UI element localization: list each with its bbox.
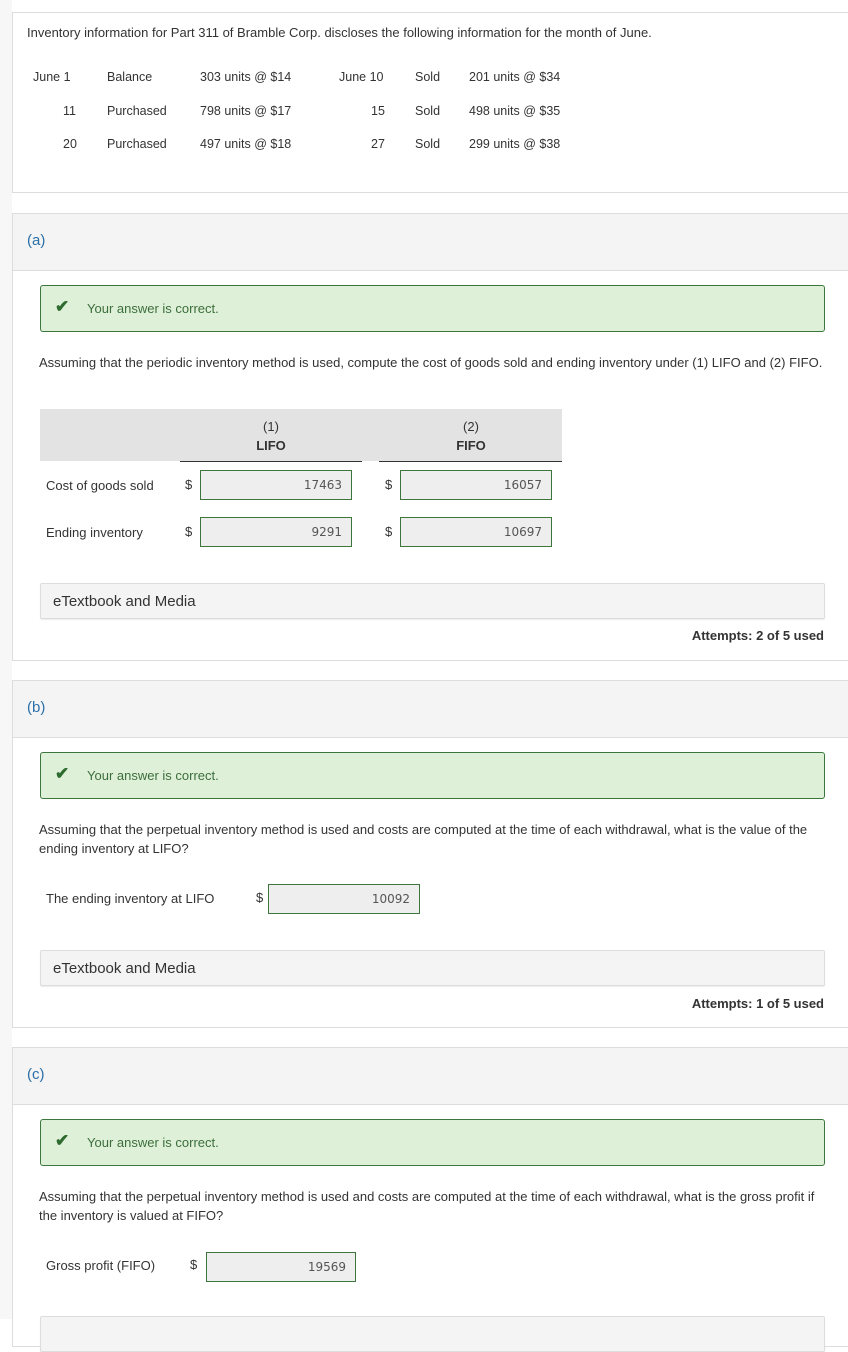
part-b-question: Assuming that the perpetual inventory me… bbox=[39, 822, 808, 856]
part-c-card: (c) ✔ Your answer is correct. Assuming t… bbox=[12, 1047, 848, 1352]
row-2-type: Purchased bbox=[107, 104, 167, 118]
ei-lifo-input[interactable]: 9291 bbox=[200, 517, 352, 547]
part-c-question: Assuming that the perpetual inventory me… bbox=[39, 1189, 815, 1223]
part-a-header[interactable]: (a) bbox=[13, 214, 848, 271]
part-a-media-label: eTextbook and Media bbox=[53, 593, 196, 610]
part-c-correct-banner: ✔ Your answer is correct. bbox=[40, 1119, 825, 1166]
part-a-etextbook-media[interactable]: eTextbook and Media bbox=[40, 583, 825, 619]
part-a-label: (a) bbox=[27, 232, 46, 249]
checkmark-icon: ✔ bbox=[55, 1131, 70, 1150]
row-3-date: 20 bbox=[63, 137, 77, 151]
ei-fifo-dollar: $ bbox=[385, 524, 393, 539]
part-b-media-label: eTextbook and Media bbox=[53, 960, 196, 977]
cogs-fifo-dollar: $ bbox=[385, 477, 393, 492]
lifo-underline bbox=[180, 461, 362, 462]
checkmark-icon: ✔ bbox=[55, 764, 70, 783]
row-3-date2: 27 bbox=[371, 137, 385, 151]
row-3-type2: Sold bbox=[415, 137, 441, 151]
part-a-card: (a) ✔ Your answer is correct. Assuming t… bbox=[12, 213, 848, 661]
part-c-dollar: $ bbox=[190, 1257, 198, 1272]
row-1-type: Balance bbox=[107, 70, 153, 84]
fifo-underline bbox=[379, 461, 562, 462]
part-b-correct-banner: ✔ Your answer is correct. bbox=[40, 752, 825, 799]
part-a-correct-banner: ✔ Your answer is correct. bbox=[40, 285, 825, 332]
row-2-date: 11 bbox=[63, 104, 76, 118]
row-2-detail2: 498 units @ $35 bbox=[469, 104, 561, 118]
cogs-lifo-input[interactable]: 17463 bbox=[200, 470, 352, 500]
part-b-card: (b) ✔ Your answer is correct. Assuming t… bbox=[12, 680, 848, 1028]
row-1-type2: Sold bbox=[415, 70, 441, 84]
row-1-detail2: 201 units @ $34 bbox=[469, 70, 561, 84]
problem-intro-card: Inventory information for Part 311 of Br… bbox=[12, 12, 848, 193]
ending-inventory-label: Ending inventory bbox=[46, 525, 143, 540]
row-1-date: June 1 bbox=[33, 70, 71, 84]
col-lifo-header: (1) LIFO bbox=[256, 419, 286, 453]
part-a-question: Assuming that the periodic inventory met… bbox=[39, 355, 823, 370]
checkmark-icon: ✔ bbox=[55, 297, 70, 316]
part-b-status: Your answer is correct. bbox=[87, 768, 219, 783]
row-3-detail: 497 units @ $18 bbox=[200, 137, 292, 151]
part-c-etextbook-media[interactable] bbox=[40, 1316, 825, 1352]
col-fifo-header: (2) FIFO bbox=[456, 419, 486, 453]
part-a-status: Your answer is correct. bbox=[87, 301, 219, 316]
part-c-status: Your answer is correct. bbox=[87, 1135, 219, 1150]
ending-inventory-lifo-input[interactable]: 10092 bbox=[268, 884, 420, 914]
ending-inventory-lifo-label: The ending inventory at LIFO bbox=[46, 891, 215, 906]
part-a-attempts: Attempts: 2 of 5 used bbox=[691, 628, 824, 643]
gross-profit-fifo-label: Gross profit (FIFO) bbox=[46, 1258, 156, 1273]
part-b-label: (b) bbox=[27, 699, 46, 716]
part-c-label: (c) bbox=[27, 1066, 45, 1083]
cogs-fifo-input[interactable]: 16057 bbox=[400, 470, 552, 500]
part-b-dollar: $ bbox=[256, 890, 264, 905]
gross-profit-fifo-input[interactable]: 19569 bbox=[206, 1252, 356, 1282]
row-1-detail: 303 units @ $14 bbox=[200, 70, 292, 84]
ei-fifo-input[interactable]: 10697 bbox=[400, 517, 552, 547]
left-gutter bbox=[0, 0, 12, 1319]
problem-statement: Inventory information for Part 311 of Br… bbox=[27, 25, 652, 40]
row-3-type: Purchased bbox=[107, 137, 167, 151]
row-1-date2: June 10 bbox=[339, 70, 384, 84]
row-2-date2: 15 bbox=[371, 104, 385, 118]
part-b-etextbook-media[interactable]: eTextbook and Media bbox=[40, 950, 825, 986]
part-b-header[interactable]: (b) bbox=[13, 681, 848, 738]
row-2-detail: 798 units @ $17 bbox=[200, 104, 292, 118]
cogs-label: Cost of goods sold bbox=[46, 478, 154, 493]
row-3-detail2: 299 units @ $38 bbox=[469, 137, 561, 151]
row-2-type2: Sold bbox=[415, 104, 441, 118]
part-b-attempts: Attempts: 1 of 5 used bbox=[691, 996, 824, 1011]
part-c-header[interactable]: (c) bbox=[13, 1048, 848, 1105]
cogs-lifo-dollar: $ bbox=[185, 477, 193, 492]
ei-lifo-dollar: $ bbox=[185, 524, 193, 539]
